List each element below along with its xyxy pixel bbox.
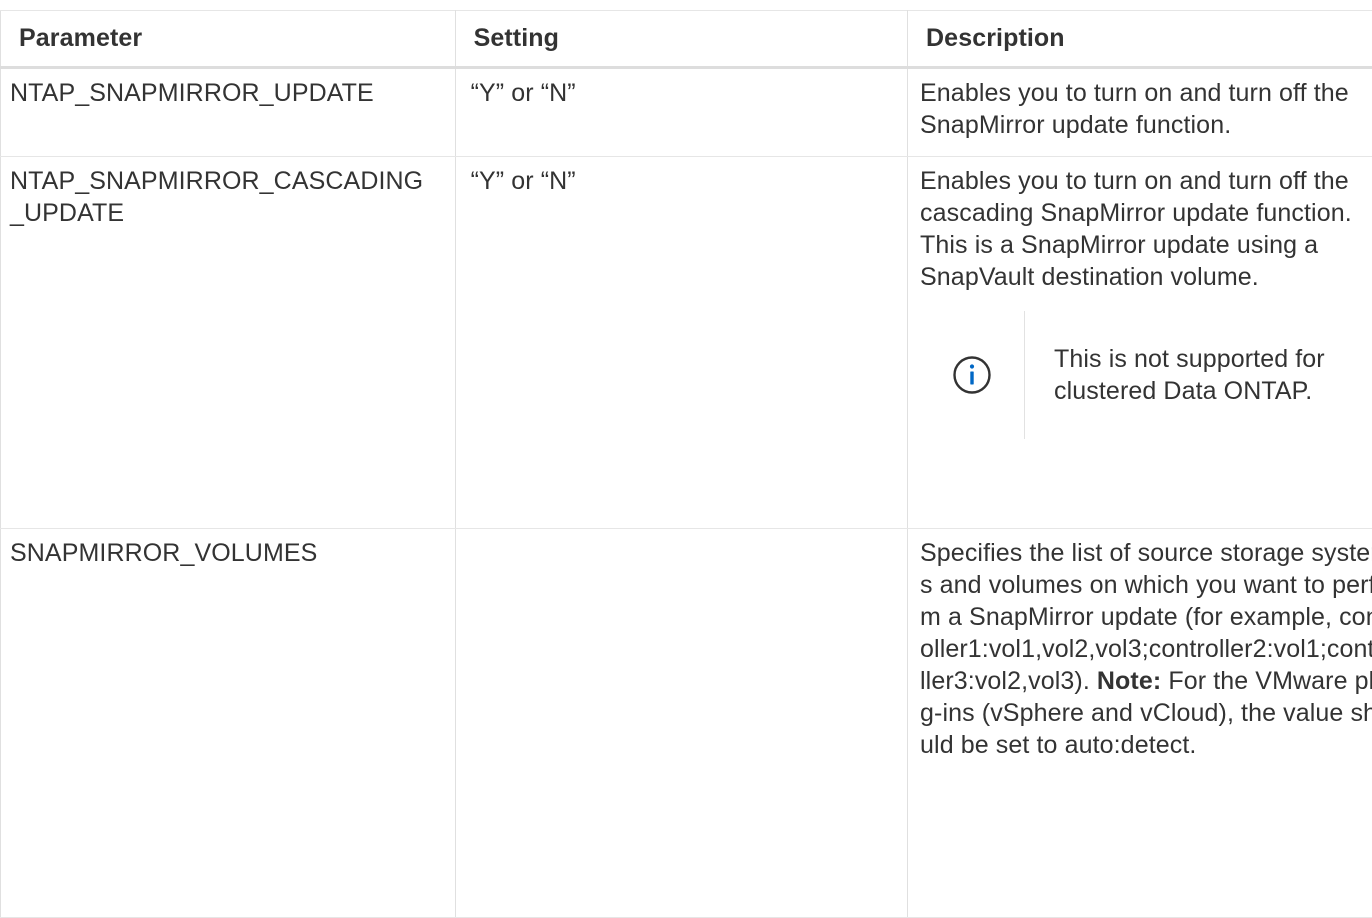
header-setting: Setting bbox=[455, 11, 907, 68]
parameters-table: Parameter Setting Description NTAP_SNAPM… bbox=[0, 10, 1372, 918]
note-icon-column bbox=[920, 311, 1025, 439]
cell-parameter: NTAP_SNAPMIRROR_CASCADING_UPDATE bbox=[1, 157, 456, 529]
table-header-row: Parameter Setting Description bbox=[1, 11, 1372, 68]
cell-parameter: NTAP_SNAPMIRROR_UPDATE bbox=[1, 68, 456, 157]
cell-parameter: SNAPMIRROR_VOLUMES bbox=[1, 529, 456, 918]
info-icon bbox=[946, 349, 998, 401]
cell-description: Enables you to turn on and turn off the … bbox=[908, 157, 1372, 529]
table-row: NTAP_SNAPMIRROR_UPDATE “Y” or “N” Enable… bbox=[1, 68, 1372, 157]
cell-setting: “Y” or “N” bbox=[455, 157, 907, 529]
cell-setting bbox=[455, 529, 907, 918]
cell-description: Specifies the list of source storage sys… bbox=[908, 529, 1372, 918]
note-text: This is not supported for clustered Data… bbox=[1025, 343, 1372, 407]
note-admonition: This is not supported for clustered Data… bbox=[920, 311, 1372, 439]
cell-setting: “Y” or “N” bbox=[455, 68, 907, 157]
description-text: Enables you to turn on and turn off the … bbox=[920, 165, 1372, 293]
table-row: SNAPMIRROR_VOLUMES Specifies the list of… bbox=[1, 529, 1372, 918]
table-row: NTAP_SNAPMIRROR_CASCADING_UPDATE “Y” or … bbox=[1, 157, 1372, 529]
note-label: Note: bbox=[1097, 667, 1161, 695]
cell-description: Enables you to turn on and turn off the … bbox=[908, 68, 1372, 157]
header-description: Description bbox=[908, 11, 1372, 68]
header-parameter: Parameter bbox=[1, 11, 456, 68]
